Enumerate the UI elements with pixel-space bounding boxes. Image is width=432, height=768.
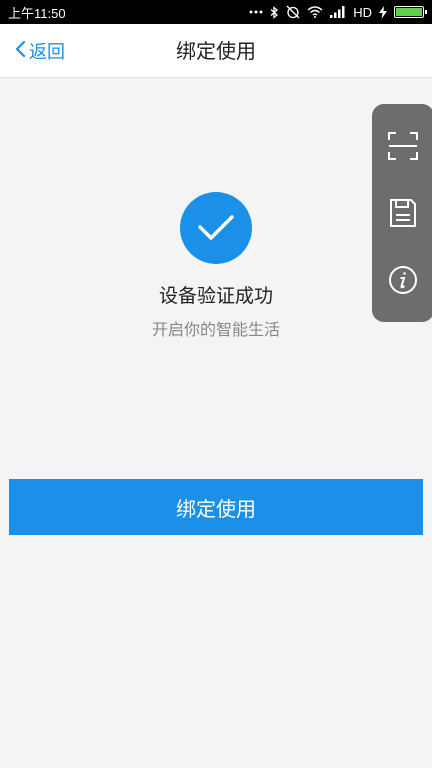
battery-icon: [394, 6, 427, 18]
app-header: 返回 绑定使用: [0, 24, 432, 78]
save-disk-icon[interactable]: [381, 191, 425, 235]
bluetooth-icon: [270, 5, 279, 19]
status-time: 上午11:50: [8, 5, 66, 21]
bind-use-button[interactable]: 绑定使用: [9, 479, 423, 535]
alarm-off-icon: [286, 5, 300, 19]
floating-toolbar: [372, 104, 432, 322]
page-title: 绑定使用: [176, 39, 256, 63]
scan-frame-icon[interactable]: [381, 124, 425, 168]
success-check-icon: [180, 192, 252, 264]
more-dots-icon: [249, 10, 263, 14]
status-icons: HD: [249, 4, 427, 20]
info-icon[interactable]: [381, 258, 425, 302]
status-bar: 上午11:50 HD: [0, 0, 432, 24]
wifi-icon: [307, 6, 323, 18]
signal-icon: [330, 6, 346, 18]
success-subtitle: 开启你的智能生活: [151, 320, 280, 339]
battery-level: [396, 8, 422, 16]
success-title: 设备验证成功: [158, 285, 273, 307]
charging-icon: [379, 5, 387, 19]
network-type: HD: [353, 4, 372, 20]
